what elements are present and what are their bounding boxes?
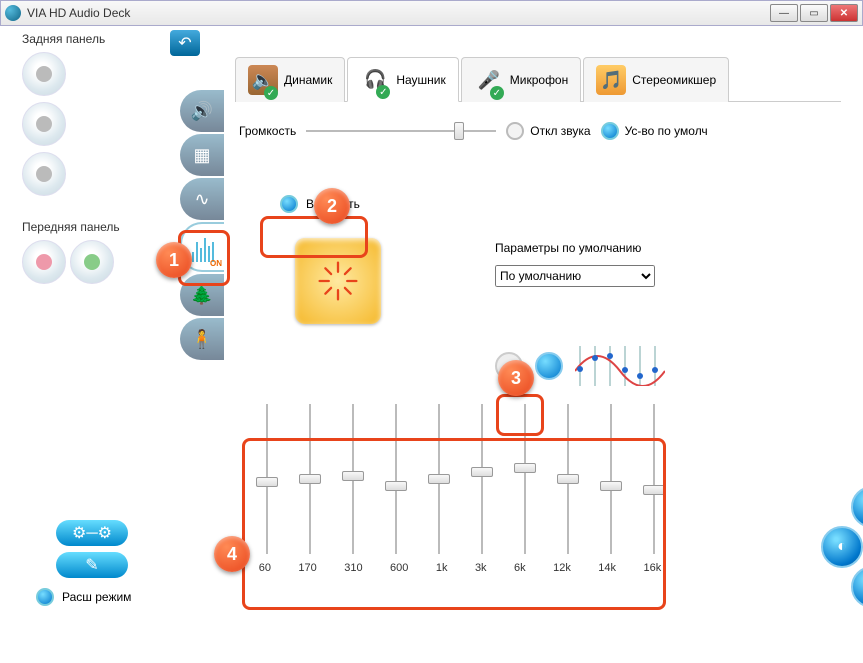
maximize-button[interactable]: ▭ [800, 4, 828, 22]
tab-mixer-label: Стереомикшер [632, 73, 716, 87]
callout-1: 1 [156, 242, 192, 278]
mute-radio-icon [506, 122, 524, 140]
callout-4: 4 [214, 536, 250, 572]
window-title: VIA HD Audio Deck [27, 6, 130, 20]
mode-label: Расш режим [62, 590, 131, 604]
rear-jack-2[interactable] [22, 102, 66, 146]
check-icon: ✓ [376, 85, 390, 99]
app-icon [5, 5, 21, 21]
titlebar: VIA HD Audio Deck — ▭ ✕ [0, 0, 863, 26]
mixer-icon: 🎵 [596, 65, 626, 95]
tab-mixer[interactable]: 🎵 Стереомикшер [583, 57, 729, 102]
default-radio-icon [601, 122, 619, 140]
connector-settings-button[interactable]: ⚙─⚙ [56, 520, 128, 546]
callout-2: 2 [314, 188, 350, 224]
rear-jack-3[interactable] [22, 152, 66, 196]
default-device-option[interactable]: Ус-во по умолч [601, 122, 708, 140]
front-jack-headphone[interactable] [70, 240, 114, 284]
highlight-box-2 [260, 216, 368, 258]
front-jack-mic[interactable] [22, 240, 66, 284]
highlight-box-3 [496, 394, 544, 436]
enable-dot-icon [280, 195, 298, 213]
mute-option[interactable]: Откл звука [506, 122, 590, 140]
volume-label: Громкость [239, 124, 296, 138]
speaker-config-icon[interactable]: ▦ [180, 134, 224, 176]
info-button[interactable]: ✎ [56, 552, 128, 578]
close-button[interactable]: ✕ [830, 4, 858, 22]
rear-jack-1[interactable] [22, 52, 66, 96]
highlight-box-4 [242, 438, 666, 610]
check-icon: ✓ [264, 86, 278, 100]
save-preset-button[interactable]: 💾 [851, 486, 863, 528]
mode-dot-icon [36, 588, 54, 606]
preset-section: Параметры по умолчанию По умолчанию [495, 241, 655, 287]
callout-3: 3 [498, 360, 534, 396]
bottom-left-buttons: ⚙─⚙ ✎ [56, 520, 128, 584]
check-icon: ✓ [490, 86, 504, 100]
volume-slider[interactable] [306, 124, 496, 138]
tab-headphone[interactable]: 🎧 Наушник ✓ [347, 57, 458, 102]
side-tools: 🔊 ▦ ∿ ON 🌲 🧍 [180, 90, 228, 362]
volume-tool-icon[interactable]: 🔊 [180, 90, 224, 132]
tab-headphone-label: Наушник [396, 73, 445, 87]
reset-preset-button[interactable]: ◐ [821, 526, 863, 568]
tab-speaker[interactable]: 🔈 Динамик ✓ [235, 57, 345, 102]
minimize-button[interactable]: — [770, 4, 798, 22]
curve-response-button[interactable] [535, 352, 563, 380]
tab-mic-label: Микрофон [510, 73, 568, 87]
tab-speaker-label: Динамик [284, 73, 332, 87]
delete-preset-button[interactable]: 🗑 [851, 566, 863, 608]
response-curve-icon [575, 346, 665, 386]
default-label: Ус-во по умолч [625, 124, 708, 138]
front-panel-label: Передняя панель [22, 220, 182, 234]
rear-panel-label: Задняя панель [22, 32, 182, 46]
room-tool-icon[interactable]: 🧍 [180, 318, 224, 360]
advanced-mode-toggle[interactable]: Расш режим [36, 588, 131, 606]
preset-select[interactable]: По умолчанию [495, 265, 655, 287]
back-button[interactable]: ↶ [170, 30, 200, 56]
tab-mic[interactable]: 🎤 Микрофон ✓ [461, 57, 581, 102]
device-tabs: 🔈 Динамик ✓ 🎧 Наушник ✓ 🎤 Микрофон ✓ 🎵 С… [235, 56, 841, 102]
preset-label: Параметры по умолчанию [495, 241, 655, 255]
wave-tool-icon[interactable]: ∿ [180, 178, 224, 220]
mute-label: Откл звука [530, 124, 590, 138]
volume-row: Громкость Откл звука Ус-во по умолч [239, 122, 837, 140]
